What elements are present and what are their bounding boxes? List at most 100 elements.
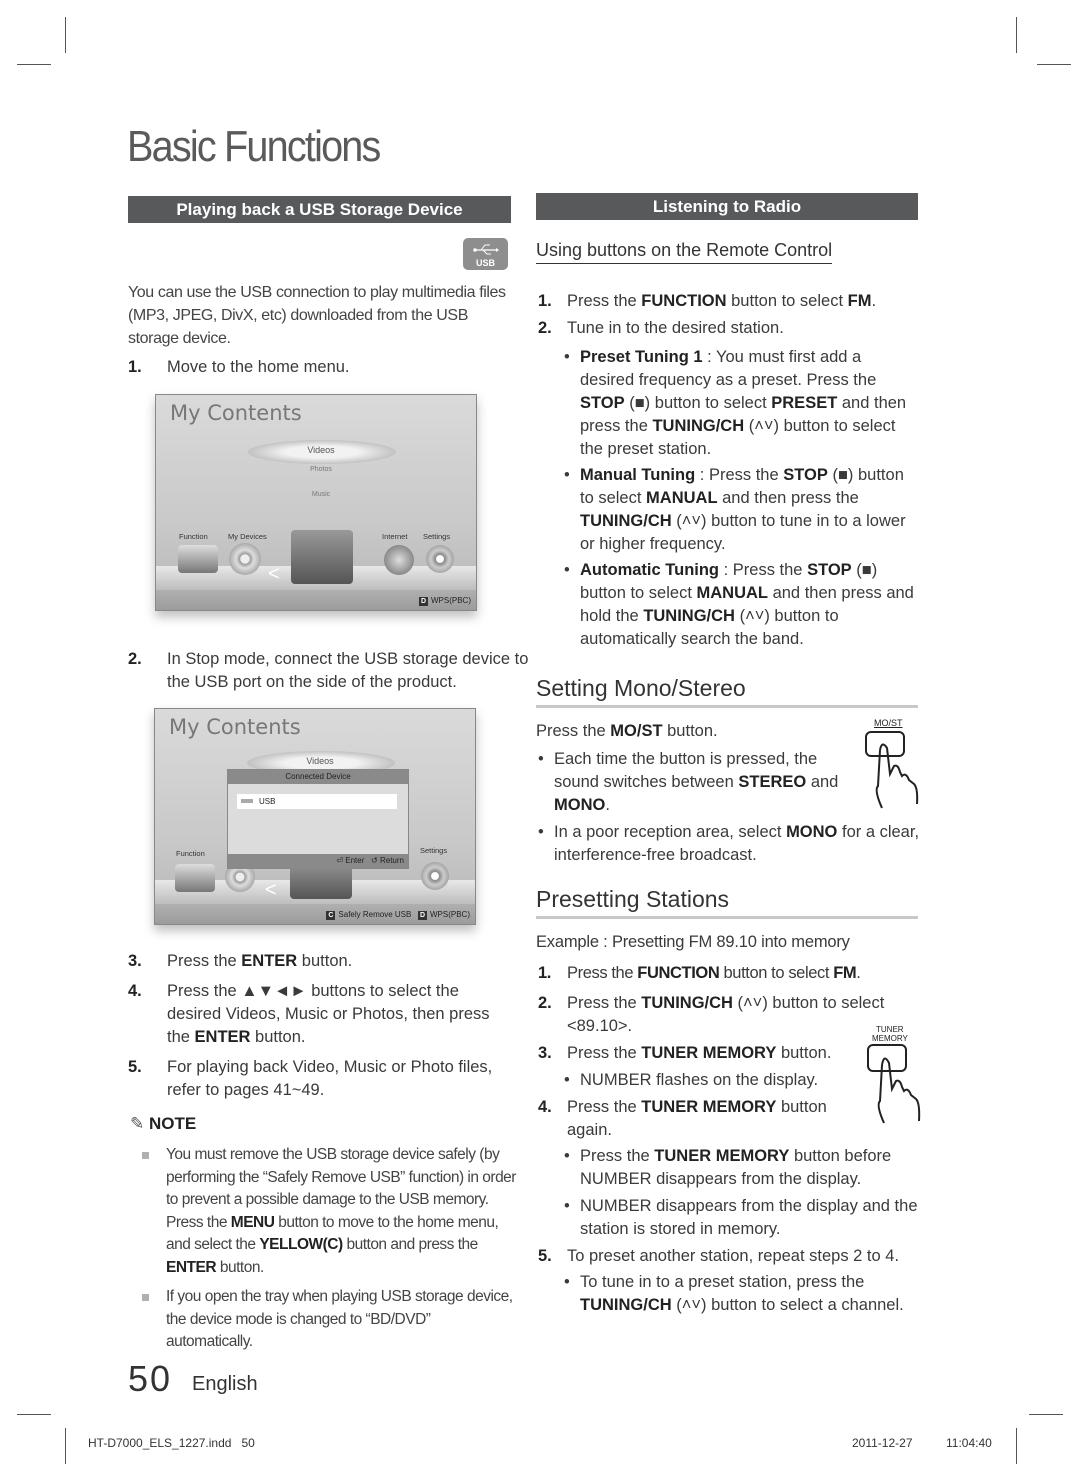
mono-bullet: In a poor reception area, select MONO fo… xyxy=(536,821,924,867)
bold-term: Automatic Tuning xyxy=(580,561,720,579)
step-text: Press the TUNER MEMORY button. xyxy=(567,1044,831,1062)
settings-gear-icon[interactable] xyxy=(421,862,449,890)
usb-drive-icon xyxy=(241,799,253,804)
crop-mark xyxy=(65,17,66,53)
preset-bullet: Press the TUNER MEMORY button before NUM… xyxy=(562,1145,918,1191)
button-name: ENTER xyxy=(194,1028,251,1046)
note-item: You must remove the USB storage device s… xyxy=(128,1144,518,1279)
text-run: Press the xyxy=(580,1147,655,1165)
usb-badge: USB xyxy=(463,238,508,270)
chevron-left-icon[interactable]: < xyxy=(265,879,277,902)
usb-step-4: 4. Press the ▲▼◄► buttons to select the … xyxy=(128,980,513,1049)
media-box-icon[interactable] xyxy=(291,530,353,584)
button-name: ENTER xyxy=(241,952,298,970)
enter-hint[interactable]: Enter xyxy=(345,856,364,865)
settings-gear-icon[interactable] xyxy=(426,545,454,573)
step-number: 5. xyxy=(538,1247,552,1265)
bold-term: Preset Tuning 1 xyxy=(580,348,703,366)
enter-icon: ⏎ xyxy=(336,856,344,865)
step-number: 3. xyxy=(538,1044,552,1062)
crop-mark xyxy=(1029,1414,1063,1415)
icon-label-settings: Settings xyxy=(423,532,451,541)
tuner-memory-label-2: MEMORY xyxy=(872,1034,908,1043)
text-run: Press the xyxy=(567,994,642,1012)
function-icon[interactable] xyxy=(175,864,215,892)
text-run: button. xyxy=(216,1258,264,1276)
preset-bullet: NUMBER disappears from the display and t… xyxy=(562,1195,918,1241)
bold-term: ENTER xyxy=(166,1258,217,1276)
text-run: NUMBER disappears from the display and t… xyxy=(580,1197,918,1238)
safely-remove-usb-label[interactable]: Safely Remove USB xyxy=(338,910,411,919)
screen-title: My Contents xyxy=(169,715,301,739)
bold-term: FM xyxy=(847,292,872,310)
text-run: : Press the xyxy=(719,561,808,579)
my-contents-screen-connected-device: My Contents Videos Function Settings < C… xyxy=(154,708,476,925)
preset-step-1: 1. Press the FUNCTION button to select F… xyxy=(538,962,918,985)
bold-term: STEREO xyxy=(738,773,807,791)
text-run: To tune in to a preset station, press th… xyxy=(580,1273,865,1291)
icon-label-function: Function xyxy=(176,849,205,858)
usb-step-1: 1. Move to the home menu. xyxy=(128,356,547,379)
crop-mark xyxy=(17,64,51,65)
step-number: 4. xyxy=(128,982,142,1000)
usb-step-5: 5. For playing back Video, Music or Phot… xyxy=(128,1056,513,1102)
text-run: NUMBER flashes on the display. xyxy=(580,1071,819,1089)
text-run: Press the xyxy=(536,722,611,740)
bold-term: MANUAL xyxy=(696,584,769,602)
remote-control-subhead: Using buttons on the Remote Control xyxy=(536,240,833,264)
crop-mark xyxy=(65,1428,66,1464)
page-title: Basic Functions xyxy=(127,122,381,171)
screen-title: My Contents xyxy=(170,401,302,425)
my-contents-screen-home: My Contents Videos Photos Music Function… xyxy=(155,394,477,611)
footer-filename: HT-D7000_ELS_1227.indd 50 xyxy=(88,1436,255,1450)
chevron-left-icon[interactable]: < xyxy=(268,563,280,586)
function-icon[interactable] xyxy=(178,545,218,573)
step-text: Press the FUNCTION button to select FM. xyxy=(567,292,876,310)
menu-item-videos[interactable]: Videos xyxy=(271,445,371,455)
step-text: Press the FUNCTION button to select FM. xyxy=(567,964,861,982)
text-run: (■) button to select xyxy=(624,394,772,412)
step-number: 2. xyxy=(538,319,552,337)
bold-term: TUNER MEMORY xyxy=(641,1098,777,1116)
menu-item-photos[interactable]: Photos xyxy=(271,466,371,473)
menu-item-music[interactable]: Music xyxy=(271,491,371,498)
bold-term: TUNING/CH xyxy=(641,994,733,1012)
mo-st-button-label: MO/ST xyxy=(874,718,903,728)
return-icon: ↺ xyxy=(371,856,378,865)
step-text: button. xyxy=(250,1028,306,1046)
pencil-icon: ✎ xyxy=(130,1114,145,1133)
wps-hint: D WPS(PBC) xyxy=(419,596,471,606)
bold-term: FUNCTION xyxy=(641,292,727,310)
connected-device-dialog: Connected Device USB ⏎ Enter ↺ Return xyxy=(227,769,409,869)
footer-hints: C Safely Remove USB D WPS(PBC) xyxy=(326,910,470,920)
text-run: button and press the xyxy=(342,1236,478,1253)
bold-term: MANUAL xyxy=(646,489,718,507)
text-run: button to select xyxy=(726,292,848,310)
crop-mark xyxy=(1016,1428,1017,1464)
return-hint[interactable]: Return xyxy=(380,856,404,865)
page-language: English xyxy=(192,1373,258,1395)
bold-term: FM xyxy=(833,964,857,982)
step-text: Press the TUNER MEMORY button again. xyxy=(567,1098,827,1139)
crop-mark xyxy=(1037,64,1071,65)
step-number: 1. xyxy=(128,358,142,376)
icon-label-function: Function xyxy=(179,532,208,541)
mono-bullets: Each time the button is pressed, the sou… xyxy=(536,748,919,867)
device-item-usb[interactable]: USB xyxy=(237,794,397,809)
presetting-heading: Presetting Stations xyxy=(536,886,918,919)
internet-icon[interactable] xyxy=(384,545,414,575)
text-run: To preset another station, repeat steps … xyxy=(567,1247,900,1265)
wps-label: WPS(PBC) xyxy=(431,596,471,605)
bold-term: TUNING/CH xyxy=(580,512,672,530)
bold-term: PRESET xyxy=(771,394,838,412)
mono-bullet: Each time the button is pressed, the sou… xyxy=(536,748,864,817)
icon-label-internet: Internet xyxy=(382,532,408,541)
footer-date: 2011-12-27 xyxy=(852,1436,913,1450)
my-devices-icon[interactable] xyxy=(229,543,261,575)
step-number: 4. xyxy=(538,1098,552,1116)
preset-step-3: 3. Press the TUNER MEMORY button. xyxy=(538,1042,847,1065)
preset-step-5: 5. To preset another station, repeat ste… xyxy=(538,1245,918,1268)
text-run: button to select xyxy=(719,964,834,982)
text-run: and then press the xyxy=(717,489,859,507)
menu-item-videos[interactable]: Videos xyxy=(270,756,370,766)
